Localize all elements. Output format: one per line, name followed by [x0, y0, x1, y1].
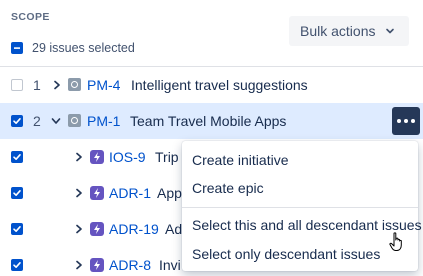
epic-icon — [90, 222, 104, 236]
more-actions-button[interactable] — [392, 107, 420, 135]
row-number: 1 — [33, 77, 41, 93]
chevron-right-icon[interactable] — [74, 260, 84, 270]
issue-key-link[interactable]: PM-4 — [87, 77, 120, 93]
epic-icon — [90, 150, 104, 164]
minus-icon — [14, 47, 20, 49]
chevron-right-icon[interactable] — [74, 224, 84, 234]
more-dot-icon — [411, 119, 415, 123]
menu-item-create-initiative[interactable]: Create initiative — [192, 152, 289, 168]
bulk-actions-button[interactable]: Bulk actions — [289, 16, 409, 46]
hand-cursor-icon — [389, 232, 402, 251]
more-dot-icon — [397, 119, 401, 123]
chevron-right-icon[interactable] — [74, 152, 84, 162]
issue-summary: App — [157, 185, 182, 201]
row-checkbox[interactable] — [11, 115, 23, 127]
row-checkbox[interactable] — [11, 79, 23, 91]
menu-item-select-only-descendants[interactable]: Select only descendant issues — [192, 246, 380, 262]
more-dot-icon — [404, 119, 408, 123]
issue-summary: Trip — [155, 149, 179, 165]
issue-type-icon — [68, 114, 81, 127]
row-checkbox[interactable] — [11, 151, 23, 163]
row-number: 2 — [33, 113, 41, 129]
issue-key-link[interactable]: PM-1 — [87, 113, 120, 129]
checkmark-icon — [13, 262, 21, 268]
menu-item-create-epic[interactable]: Create epic — [192, 180, 264, 196]
select-all-checkbox[interactable] — [11, 42, 23, 54]
issue-summary: Team Travel Mobile Apps — [130, 113, 287, 129]
issue-key-link[interactable]: ADR-19 — [109, 221, 159, 237]
table-row[interactable]: 1 PM-4 Intelligent travel suggestions — [0, 67, 423, 103]
scope-label: SCOPE — [11, 11, 50, 23]
menu-divider — [182, 207, 418, 208]
issue-key-link[interactable]: ADR-1 — [109, 185, 151, 201]
bulk-actions-label: Bulk actions — [300, 23, 376, 39]
menu-item-select-all-descendants[interactable]: Select this and all descendant issues — [192, 217, 422, 233]
issue-key-link[interactable]: ADR-8 — [109, 257, 151, 273]
checkmark-icon — [13, 226, 21, 232]
issue-type-icon — [68, 78, 81, 91]
issue-summary: Ad — [165, 221, 183, 237]
selection-count: 29 issues selected — [32, 41, 135, 55]
checkmark-icon — [13, 118, 21, 124]
checkmark-icon — [13, 190, 21, 196]
row-checkbox[interactable] — [11, 259, 23, 271]
epic-icon — [90, 186, 104, 200]
epic-icon — [90, 258, 104, 272]
chevron-right-icon[interactable] — [52, 80, 62, 90]
row-checkbox[interactable] — [11, 187, 23, 199]
table-row[interactable]: 2 PM-1 Team Travel Mobile Apps — [0, 103, 423, 139]
checkmark-icon — [13, 154, 21, 160]
issue-key-link[interactable]: IOS-9 — [109, 149, 146, 165]
issue-summary: Invi — [159, 257, 181, 273]
more-actions-menu: Create initiative Create epic Select thi… — [182, 141, 422, 271]
chevron-right-icon[interactable] — [74, 188, 84, 198]
row-checkbox[interactable] — [11, 223, 23, 235]
chevron-down-icon — [386, 28, 394, 34]
issue-summary: Intelligent travel suggestions — [131, 77, 308, 93]
chevron-down-icon[interactable] — [51, 116, 61, 126]
